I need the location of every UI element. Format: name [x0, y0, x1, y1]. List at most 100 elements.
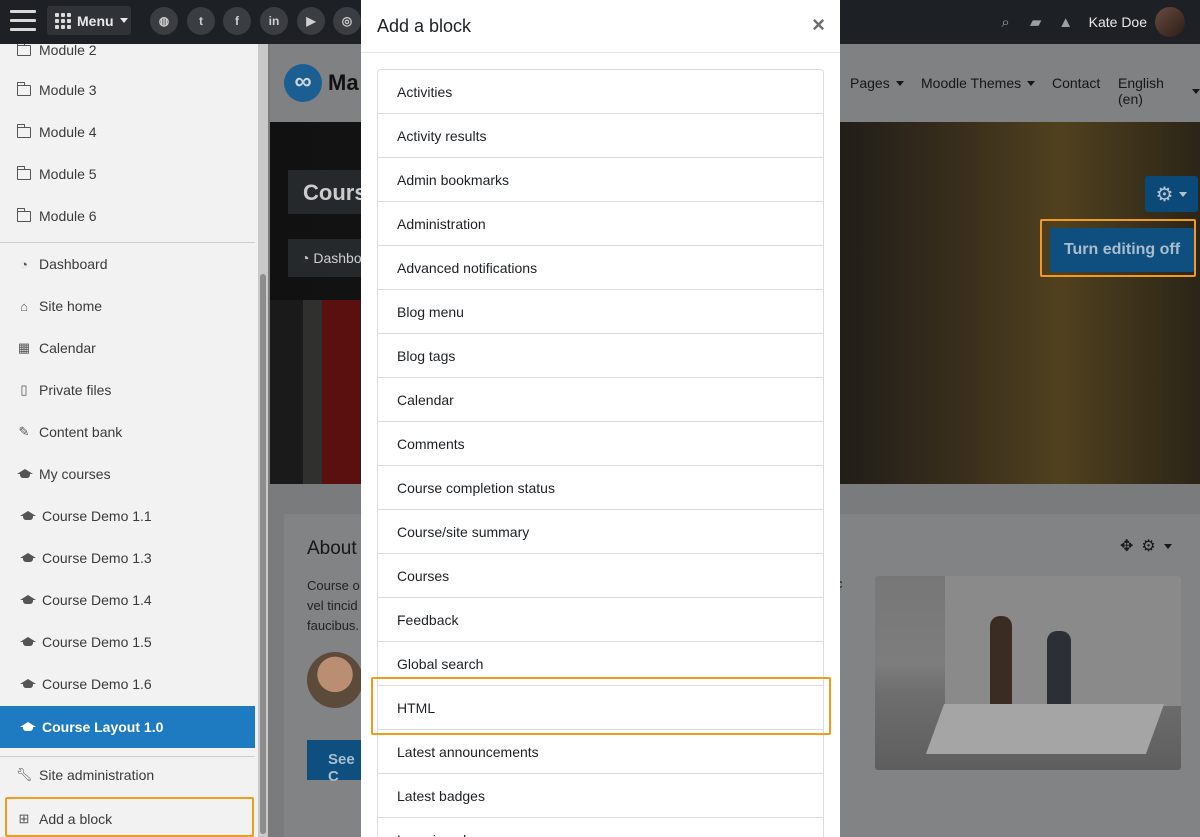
- linkedin-icon[interactable]: in: [260, 7, 288, 35]
- site-logo[interactable]: [284, 64, 322, 102]
- scrollbar-thumb[interactable]: [260, 274, 266, 834]
- brush-icon: ✎: [18, 424, 30, 439]
- block-option[interactable]: Blog tags: [378, 334, 823, 378]
- sidebar-item-course-demo-1-3[interactable]: Course Demo 1.3: [0, 537, 255, 579]
- sidebar-item-module-3[interactable]: Module 3: [0, 69, 255, 111]
- gear-icon[interactable]: ⚙: [1141, 536, 1155, 556]
- block-option[interactable]: Blog menu: [378, 290, 823, 334]
- sidebar-item-label: Dashboard: [39, 256, 108, 272]
- sidebar-item-label: Course Demo 1.5: [42, 634, 152, 650]
- sidebar-item-label: Module 6: [39, 208, 97, 224]
- folder-icon: [16, 207, 31, 223]
- block-option[interactable]: Feedback: [378, 598, 823, 642]
- dashboard-icon: ◔: [20, 256, 28, 272]
- site-logo-text[interactable]: Ma: [328, 70, 359, 96]
- block-option[interactable]: Activity results: [378, 114, 823, 158]
- bell-icon[interactable]: ▲: [1051, 14, 1081, 31]
- sidebar-item-calendar[interactable]: ▦ Calendar: [0, 327, 255, 369]
- block-option[interactable]: Advanced notifications: [378, 246, 823, 290]
- sidebar-item-label: Module 5: [39, 166, 97, 182]
- add-block-highlight: [5, 797, 254, 837]
- globe-icon[interactable]: ◍: [150, 7, 178, 35]
- sidebar-item-label: Private files: [39, 382, 112, 398]
- block-option[interactable]: Course/site summary: [378, 510, 823, 554]
- sidebar-item-label: Content bank: [39, 424, 123, 440]
- file-icon: ▯: [20, 382, 28, 397]
- breadcrumb-label: Dashbo: [313, 250, 362, 266]
- folder-icon: [16, 165, 31, 181]
- nav-link-pages[interactable]: Pages: [850, 75, 904, 91]
- sidebar-item-site-home[interactable]: ⌂ Site home: [0, 285, 255, 327]
- modal-title: Add a block: [377, 15, 472, 36]
- sidebar-item-module-2[interactable]: Module 2: [0, 44, 255, 71]
- nav-link-label: Moodle Themes: [921, 75, 1022, 91]
- wrench-icon: 🔧︎: [15, 767, 33, 782]
- graduation-cap-icon: [20, 509, 36, 523]
- about-title: About: [307, 538, 357, 559]
- dashboard-breadcrumb[interactable]: ◔ Dashbo: [288, 239, 368, 277]
- language-selector[interactable]: English (en): [1118, 75, 1200, 107]
- folder-icon: [16, 81, 31, 97]
- sidebar-item-label: Course Demo 1.3: [42, 550, 152, 566]
- chat-icon[interactable]: ▰: [1021, 13, 1051, 31]
- twitter-icon[interactable]: t: [187, 7, 215, 35]
- search-icon[interactable]: ⌕: [991, 14, 1021, 31]
- see-course-button[interactable]: See C: [307, 740, 367, 785]
- nav-link-contact[interactable]: Contact: [1052, 75, 1100, 91]
- sidebar-item-course-layout-1-0[interactable]: Course Layout 1.0: [0, 706, 255, 748]
- person-shape: [1047, 631, 1071, 711]
- graduation-cap-icon: [20, 720, 36, 734]
- graduation-cap-icon: [20, 677, 36, 691]
- instagram-icon[interactable]: ◎: [333, 7, 361, 35]
- block-option[interactable]: Admin bookmarks: [378, 158, 823, 202]
- sidebar-item-content-bank[interactable]: ✎ Content bank: [0, 411, 255, 453]
- sidebar-item-label: My courses: [39, 466, 111, 482]
- course-settings-button[interactable]: ⚙: [1145, 176, 1198, 212]
- sidebar-item-course-demo-1-1[interactable]: Course Demo 1.1: [0, 495, 255, 537]
- graduation-cap-icon: [17, 467, 33, 481]
- apps-menu-button[interactable]: Menu: [47, 6, 131, 35]
- nav-link-label: Contact: [1052, 75, 1101, 91]
- youtube-icon[interactable]: ▶: [297, 7, 325, 35]
- block-option[interactable]: Courses: [378, 554, 823, 598]
- nav-link-label: English (en): [1118, 75, 1164, 107]
- folder-icon: [16, 44, 31, 57]
- block-option[interactable]: Latest announcements: [378, 730, 823, 774]
- hero-image-books: [270, 300, 365, 484]
- sidebar-item-course-demo-1-6[interactable]: Course Demo 1.6: [0, 663, 255, 705]
- hamburger-menu-icon[interactable]: [10, 10, 36, 32]
- block-option[interactable]: Activities: [378, 70, 823, 114]
- facebook-icon[interactable]: f: [223, 7, 251, 35]
- sidebar-item-module-4[interactable]: Module 4: [0, 111, 255, 153]
- html-block-highlight: [371, 677, 831, 735]
- nav-link-moodle-themes[interactable]: Moodle Themes: [921, 75, 1036, 91]
- sidebar-item-label: Module 3: [39, 82, 97, 98]
- home-icon: ⌂: [20, 298, 28, 314]
- sidebar-item-label: Module 2: [39, 44, 97, 58]
- sidebar-scrollbar[interactable]: [258, 44, 268, 837]
- course-title: Cours: [288, 170, 368, 214]
- user-name[interactable]: Kate Doe: [1089, 14, 1147, 30]
- block-option[interactable]: Calendar: [378, 378, 823, 422]
- block-option[interactable]: Learning plans: [378, 818, 823, 837]
- sidebar-item-site-administration[interactable]: 🔧︎ Site administration: [0, 754, 255, 796]
- sidebar-item-my-courses[interactable]: My courses: [0, 453, 255, 495]
- graduation-cap-icon: [20, 635, 36, 649]
- sidebar-item-course-demo-1-5[interactable]: Course Demo 1.5: [0, 621, 255, 663]
- about-image: [875, 576, 1181, 770]
- sidebar-item-dashboard[interactable]: ◔ Dashboard: [0, 243, 255, 285]
- close-icon[interactable]: ×: [812, 12, 825, 38]
- block-option[interactable]: Administration: [378, 202, 823, 246]
- chevron-down-icon[interactable]: [1163, 543, 1172, 549]
- sidebar-item-module-5[interactable]: Module 5: [0, 153, 255, 195]
- sidebar-item-course-demo-1-4[interactable]: Course Demo 1.4: [0, 579, 255, 621]
- sidebar-item-label: Course Demo 1.4: [42, 592, 152, 608]
- move-icon[interactable]: ✥: [1120, 536, 1133, 556]
- block-option[interactable]: Course completion status: [378, 466, 823, 510]
- block-option[interactable]: Latest badges: [378, 774, 823, 818]
- block-option[interactable]: Comments: [378, 422, 823, 466]
- sidebar-item-label: Module 4: [39, 124, 97, 140]
- sidebar-item-module-6[interactable]: Module 6: [0, 195, 255, 237]
- sidebar-item-private-files[interactable]: ▯ Private files: [0, 369, 255, 411]
- avatar[interactable]: [1155, 7, 1185, 37]
